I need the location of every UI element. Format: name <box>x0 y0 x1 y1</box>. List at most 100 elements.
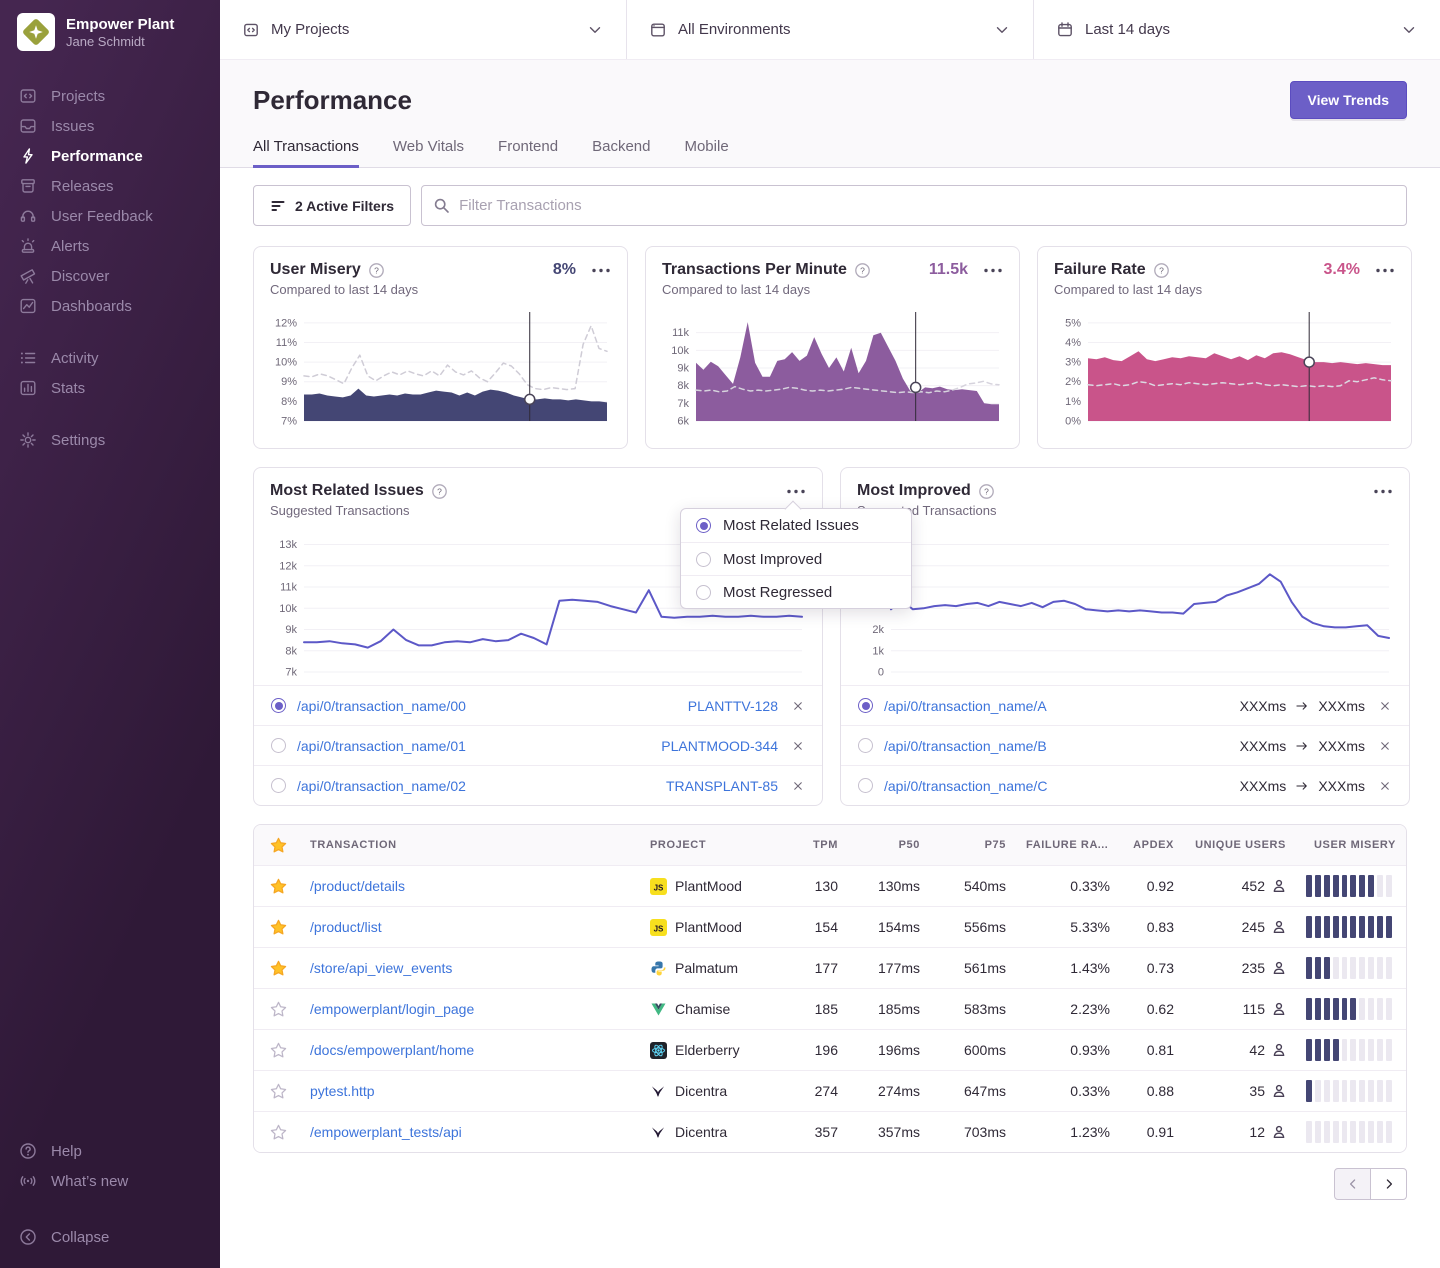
transaction-link[interactable]: /empowerplant/login_page <box>310 1001 474 1017</box>
close-icon[interactable] <box>1378 739 1392 753</box>
sidebar-item-what-s-new[interactable]: What’s new <box>0 1166 220 1196</box>
column-header-apdex[interactable]: APDEX <box>1120 839 1184 851</box>
sidebar-item-dashboards[interactable]: Dashboards <box>0 291 220 321</box>
close-icon[interactable] <box>791 779 805 793</box>
menu-option-most-regressed[interactable]: Most Regressed <box>681 575 911 608</box>
transaction-link[interactable]: /api/0/transaction_name/C <box>884 778 1047 794</box>
sidebar-item-releases[interactable]: Releases <box>0 171 220 201</box>
sidebar-item-stats[interactable]: Stats <box>0 373 220 403</box>
environments-selector[interactable]: All Environments <box>627 0 1034 59</box>
star-toggle[interactable] <box>254 1124 300 1141</box>
star-toggle[interactable] <box>254 1042 300 1059</box>
sidebar-item-collapse[interactable]: Collapse <box>0 1222 220 1252</box>
org-switcher[interactable]: Empower Plant Jane Schmidt <box>0 0 220 59</box>
sidebar-item-user-feedback[interactable]: User Feedback <box>0 201 220 231</box>
column-header-tpm[interactable]: TPM <box>790 839 848 851</box>
failure-rate-value: 1.43% <box>1016 960 1120 976</box>
help-icon[interactable]: ? <box>369 263 384 278</box>
star-toggle[interactable] <box>254 1083 300 1100</box>
radio-button[interactable] <box>858 698 873 713</box>
projects-selector[interactable]: My Projects <box>220 0 627 59</box>
radio-button[interactable] <box>858 738 873 753</box>
tab-mobile[interactable]: Mobile <box>684 138 728 168</box>
issue-link[interactable]: PLANTTV-128 <box>688 698 778 714</box>
sidebar-item-help[interactable]: Help <box>0 1136 220 1166</box>
close-icon[interactable] <box>1378 699 1392 713</box>
close-icon[interactable] <box>791 699 805 713</box>
sidebar-item-activity[interactable]: Activity <box>0 343 220 373</box>
view-trends-button[interactable]: View Trends <box>1290 81 1407 119</box>
radio-button[interactable] <box>696 585 711 600</box>
sidebar-item-settings[interactable]: Settings <box>0 425 220 455</box>
sidebar-item-label: Dashboards <box>51 298 132 315</box>
star-toggle[interactable] <box>254 960 300 977</box>
issue-link[interactable]: TRANSPLANT-85 <box>666 778 778 794</box>
tab-backend[interactable]: Backend <box>592 138 650 168</box>
radio-button[interactable] <box>271 698 286 713</box>
star-toggle[interactable] <box>254 1001 300 1018</box>
active-filters-button[interactable]: 2 Active Filters <box>253 185 411 226</box>
star-column-header[interactable] <box>254 837 300 854</box>
card-menu-button[interactable] <box>786 486 806 497</box>
unique-users-value: 35 <box>1249 1083 1265 1099</box>
help-icon[interactable]: ? <box>979 484 994 499</box>
column-header-p75[interactable]: P75 <box>930 839 1016 851</box>
svg-text:12k: 12k <box>279 560 297 572</box>
sidebar-item-issues[interactable]: Issues <box>0 111 220 141</box>
tab-all-transactions[interactable]: All Transactions <box>253 138 359 168</box>
tpm-value: 130 <box>790 878 848 894</box>
tab-frontend[interactable]: Frontend <box>498 138 558 168</box>
menu-option-most-related-issues[interactable]: Most Related Issues <box>681 509 911 542</box>
card-menu-button[interactable] <box>1375 265 1395 276</box>
transaction-link[interactable]: /product/details <box>310 878 405 894</box>
sidebar-item-alerts[interactable]: Alerts <box>0 231 220 261</box>
radio-button[interactable] <box>696 552 711 567</box>
sidebar-item-discover[interactable]: Discover <box>0 261 220 291</box>
transaction-link[interactable]: /api/0/transaction_name/01 <box>297 738 466 754</box>
radio-button[interactable] <box>271 778 286 793</box>
star-toggle[interactable] <box>254 919 300 936</box>
transaction-link[interactable]: /empowerplant_tests/api <box>310 1124 462 1140</box>
column-header-user-misery[interactable]: USER MISERY <box>1296 839 1406 851</box>
transaction-link[interactable]: /api/0/transaction_name/02 <box>297 778 466 794</box>
star-toggle[interactable] <box>254 878 300 895</box>
date-range-selector[interactable]: Last 14 days <box>1034 0 1440 59</box>
search-input[interactable] <box>421 185 1407 226</box>
next-page-button[interactable] <box>1370 1168 1407 1200</box>
svg-text:JS: JS <box>654 883 664 892</box>
org-user: Jane Schmidt <box>66 34 174 49</box>
transaction-link[interactable]: /api/0/transaction_name/B <box>884 738 1047 754</box>
selector-label: My Projects <box>271 21 575 38</box>
transaction-link[interactable]: /product/list <box>310 919 382 935</box>
radio-button[interactable] <box>858 778 873 793</box>
card-menu-button[interactable] <box>1373 486 1393 497</box>
sidebar-item-performance[interactable]: Performance <box>0 141 220 171</box>
transaction-link[interactable]: /docs/empowerplant/home <box>310 1042 474 1058</box>
help-icon[interactable]: ? <box>1154 263 1169 278</box>
help-icon[interactable]: ? <box>432 484 447 499</box>
radio-button[interactable] <box>271 738 286 753</box>
tab-web-vitals[interactable]: Web Vitals <box>393 138 464 168</box>
radio-button[interactable] <box>696 518 711 533</box>
column-header-p50[interactable]: P50 <box>848 839 930 851</box>
table-row: /empowerplant/login_page Chamise 185 185… <box>254 988 1406 1029</box>
column-header-failure-rate[interactable]: FAILURE RATE <box>1016 839 1120 851</box>
card-value: 8% <box>553 261 576 279</box>
transaction-link[interactable]: pytest.http <box>310 1083 375 1099</box>
p75-value: 600ms <box>930 1042 1016 1058</box>
column-header-project[interactable]: PROJECT <box>640 839 790 851</box>
help-icon[interactable]: ? <box>855 263 870 278</box>
card-menu-button[interactable] <box>983 265 1003 276</box>
menu-option-most-improved[interactable]: Most Improved <box>681 542 911 575</box>
close-icon[interactable] <box>791 739 805 753</box>
issue-link[interactable]: PLANTMOOD-344 <box>661 738 778 754</box>
column-header-unique-users[interactable]: UNIQUE USERS <box>1184 839 1296 851</box>
transaction-link[interactable]: /api/0/transaction_name/A <box>884 698 1047 714</box>
close-icon[interactable] <box>1378 779 1392 793</box>
card-menu-button[interactable] <box>591 265 611 276</box>
sidebar-item-label: Discover <box>51 268 109 285</box>
transaction-link[interactable]: /store/api_view_events <box>310 960 452 976</box>
transaction-link[interactable]: /api/0/transaction_name/00 <box>297 698 466 714</box>
column-header-transaction[interactable]: TRANSACTION <box>300 839 640 851</box>
sidebar-item-projects[interactable]: Projects <box>0 81 220 111</box>
